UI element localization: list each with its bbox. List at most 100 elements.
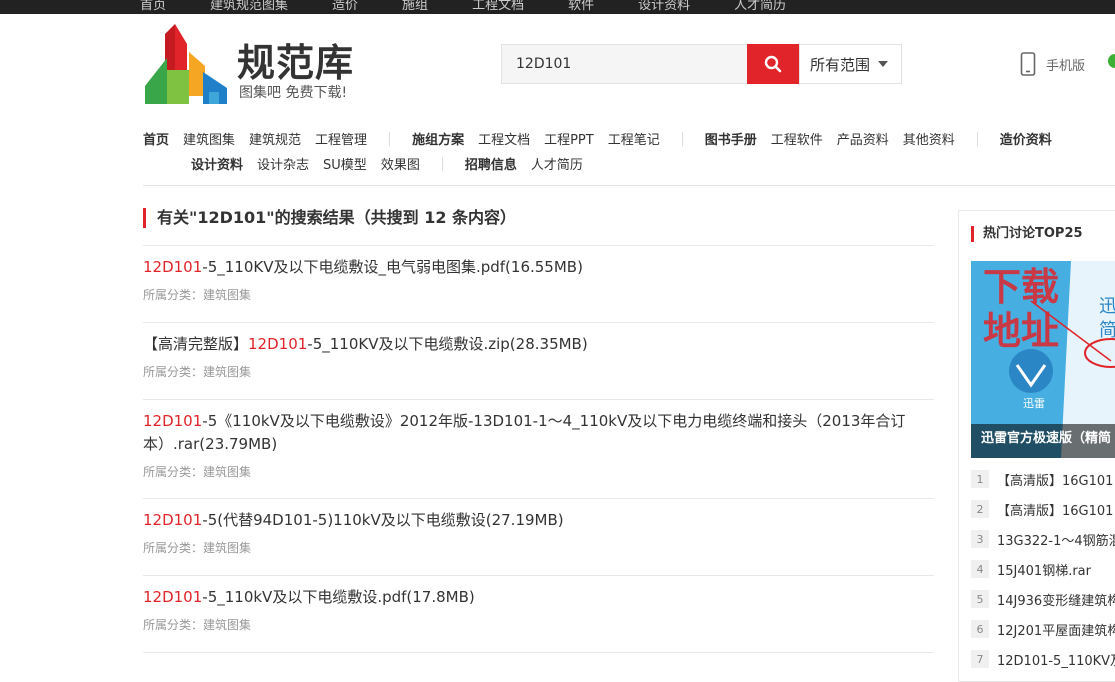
logo-name: 规范库	[237, 41, 355, 85]
result-keyword-highlight: 12D101	[143, 511, 203, 529]
top-bar-link-1[interactable]: 建筑规范图集	[210, 0, 288, 13]
nav-item-row2-2[interactable]: SU模型	[323, 154, 367, 173]
result-item: 12D101-5_110KV及以下电缆敷设_电气弱电图集.pdf(16.55MB…	[143, 256, 934, 323]
category-link[interactable]: 建筑图集	[203, 365, 251, 379]
hot-topic-rank: 5	[971, 590, 989, 608]
category-nav-row-1: 首页 建筑图集 建筑规范 工程管理 施组方案 工程文档 工程PPT 工程笔记 图书手册 工程软件产…	[143, 129, 1066, 148]
nav-item-row1-11[interactable]: 工程软件	[771, 129, 823, 148]
result-divider	[143, 652, 934, 653]
result-title-rest: -5《110kV及以下电缆敷设》2012年版-13D101-1～4_110kV及…	[143, 412, 906, 453]
chevron-down-icon	[878, 61, 889, 67]
banner-caption: 迅雷官方极速版（精简	[971, 424, 1115, 458]
top-bar-link-0[interactable]: 首页	[140, 0, 166, 13]
hot-topic-item[interactable]: 5 14J936变形缝建筑构	[971, 588, 1115, 610]
nav-item-row2-0[interactable]: 设计资料	[191, 154, 243, 173]
results-divider	[143, 245, 934, 246]
banner-badge: 迅雷	[1023, 397, 1045, 410]
nav-item-row2-3[interactable]: 效果图	[381, 154, 420, 173]
nav-separator	[441, 156, 443, 171]
hot-topic-rank: 4	[971, 560, 989, 578]
hot-topic-rank: 1	[971, 470, 989, 488]
category-link[interactable]: 建筑图集	[203, 288, 251, 302]
hot-topic-item[interactable]: 1 【高清版】16G101	[971, 468, 1115, 490]
nav-item-row1-1[interactable]: 建筑图集	[183, 129, 235, 148]
hot-topic-title: 【高清版】16G101	[997, 473, 1114, 489]
hot-topic-item[interactable]: 3 13G322-1～4钢筋混	[971, 528, 1115, 550]
result-title-link[interactable]: 12D101-5_110kV及以下电缆敷设.pdf(17.8MB)	[143, 586, 934, 609]
hot-topic-item[interactable]: 7 12D101-5_110KV及	[971, 648, 1115, 670]
result-category: 所属分类：建筑图集	[143, 464, 934, 480]
nav-item-row1-5[interactable]: 施组方案	[412, 129, 464, 148]
result-item: 12D101-5《110kV及以下电缆敷设》2012年版-13D101-1～4_…	[143, 410, 934, 499]
search-results-heading: 有关"12D101"的搜索结果（共搜到 12 条内容）	[143, 208, 516, 228]
nav-separator	[389, 131, 391, 146]
category-label: 所属分类：	[143, 365, 204, 379]
result-title-rest: -5_110KV及以下电缆敷设_电气弱电图集.pdf(16.55MB)	[202, 258, 583, 276]
nav-item-row2-5[interactable]: 招聘信息	[465, 154, 517, 173]
nav-item-row1-6[interactable]: 工程文档	[478, 129, 530, 148]
nav-item-row1-7[interactable]: 工程PPT	[544, 129, 594, 148]
result-category: 所属分类：建筑图集	[143, 540, 934, 556]
hot-topic-item[interactable]: 2 【高清版】16G101	[971, 498, 1115, 520]
result-keyword-highlight: 12D101	[143, 412, 203, 430]
top-bar-links: 首页 建筑规范图集 造价 施组 工程文档 软件 设计资料 人才简历	[140, 0, 786, 13]
category-label: 所属分类：	[143, 288, 204, 302]
hot-topic-title: 12D101-5_110KV及	[997, 653, 1115, 669]
hot-topic-item[interactable]: 6 12J201平屋面建筑构	[971, 618, 1115, 640]
result-title-link[interactable]: 12D101-5(代替94D101-5)110kV及以下电缆敷设(27.19MB…	[143, 509, 934, 532]
hot-topic-title: 12J201平屋面建筑构	[997, 623, 1115, 639]
result-title-link[interactable]: 【高清完整版】12D101-5_110KV及以下电缆敷设.zip(28.35MB…	[143, 333, 934, 356]
hot-topic-title: 13G322-1～4钢筋混	[997, 533, 1115, 549]
nav-item-row1-15[interactable]: 造价资料	[1000, 129, 1052, 148]
nav-item-row1-8[interactable]: 工程笔记	[608, 129, 660, 148]
wechat-icon[interactable]	[1108, 54, 1115, 68]
hot-topic-title: 14J936变形缝建筑构	[997, 593, 1115, 609]
result-divider	[143, 498, 934, 499]
top-bar-link-5[interactable]: 软件	[568, 0, 594, 13]
site-logo[interactable]: 规范库 图集吧 免费下载!	[145, 24, 375, 108]
hot-topic-item[interactable]: 4 15J401钢梯.rar	[971, 558, 1115, 580]
result-title-link[interactable]: 12D101-5《110kV及以下电缆敷设》2012年版-13D101-1～4_…	[143, 410, 934, 456]
mobile-version-link[interactable]: 手机版	[1020, 52, 1085, 76]
result-category: 所属分类：建筑图集	[143, 364, 934, 380]
nav-item-row2-1[interactable]: 设计杂志	[257, 154, 309, 173]
top-bar-link-3[interactable]: 施组	[402, 0, 428, 13]
result-item: 12D101-5_110kV及以下电缆敷设.pdf(17.8MB) 所属分类：建…	[143, 586, 934, 653]
top-bar-link-2[interactable]: 造价	[332, 0, 358, 13]
result-category: 所属分类：建筑图集	[143, 287, 934, 303]
result-keyword-highlight: 12D101	[248, 335, 308, 353]
nav-separator	[976, 131, 978, 146]
nav-item-row1-12[interactable]: 产品资料	[837, 129, 889, 148]
search-icon	[764, 55, 782, 73]
mobile-version-label: 手机版	[1046, 58, 1086, 74]
nav-item-row2-6[interactable]: 人才简历	[531, 154, 583, 173]
mobile-phone-icon	[1020, 52, 1036, 76]
search-button[interactable]	[747, 44, 799, 84]
top-bar-link-4[interactable]: 工程文档	[472, 0, 524, 13]
category-link[interactable]: 建筑图集	[203, 541, 251, 555]
category-label: 所属分类：	[143, 618, 204, 632]
top-bar-link-6[interactable]: 设计资料	[638, 0, 690, 13]
category-link[interactable]: 建筑图集	[203, 465, 251, 479]
nav-item-row1-13[interactable]: 其他资料	[903, 129, 955, 148]
result-divider	[143, 322, 934, 323]
result-keyword-highlight: 12D101	[143, 258, 203, 276]
search-scope-select[interactable]: 所有范围	[799, 44, 902, 84]
hot-topic-rank: 6	[971, 620, 989, 638]
result-item: 【高清完整版】12D101-5_110KV及以下电缆敷设.zip(28.35MB…	[143, 333, 934, 400]
nav-item-row1-2[interactable]: 建筑规范	[249, 129, 301, 148]
category-link[interactable]: 建筑图集	[203, 618, 251, 632]
nav-separator	[681, 131, 683, 146]
top-bar-link-7[interactable]: 人才简历	[734, 0, 786, 13]
sidebar-banner[interactable]: 下载地址 迅 简 迅雷 迅雷官方极速版（精简	[971, 261, 1115, 458]
category-nav-row-2: 设计资料 设计杂志 SU模型 效果图 招聘信息 人才简历	[191, 154, 597, 173]
nav-item-row1-10[interactable]: 图书手册	[705, 129, 757, 148]
result-title-rest: -5_110kV及以下电缆敷设.pdf(17.8MB)	[202, 588, 475, 606]
logo-house-icon	[145, 24, 227, 104]
nav-item-row1-3[interactable]: 工程管理	[315, 129, 367, 148]
search-input[interactable]	[501, 44, 747, 84]
result-divider	[143, 399, 934, 400]
results-heading-prefix: 有关"12D101"的搜索结果（共搜到	[157, 208, 425, 227]
result-title-link[interactable]: 12D101-5_110KV及以下电缆敷设_电气弱电图集.pdf(16.55MB…	[143, 256, 934, 279]
nav-item-row1-0[interactable]: 首页	[143, 129, 169, 148]
